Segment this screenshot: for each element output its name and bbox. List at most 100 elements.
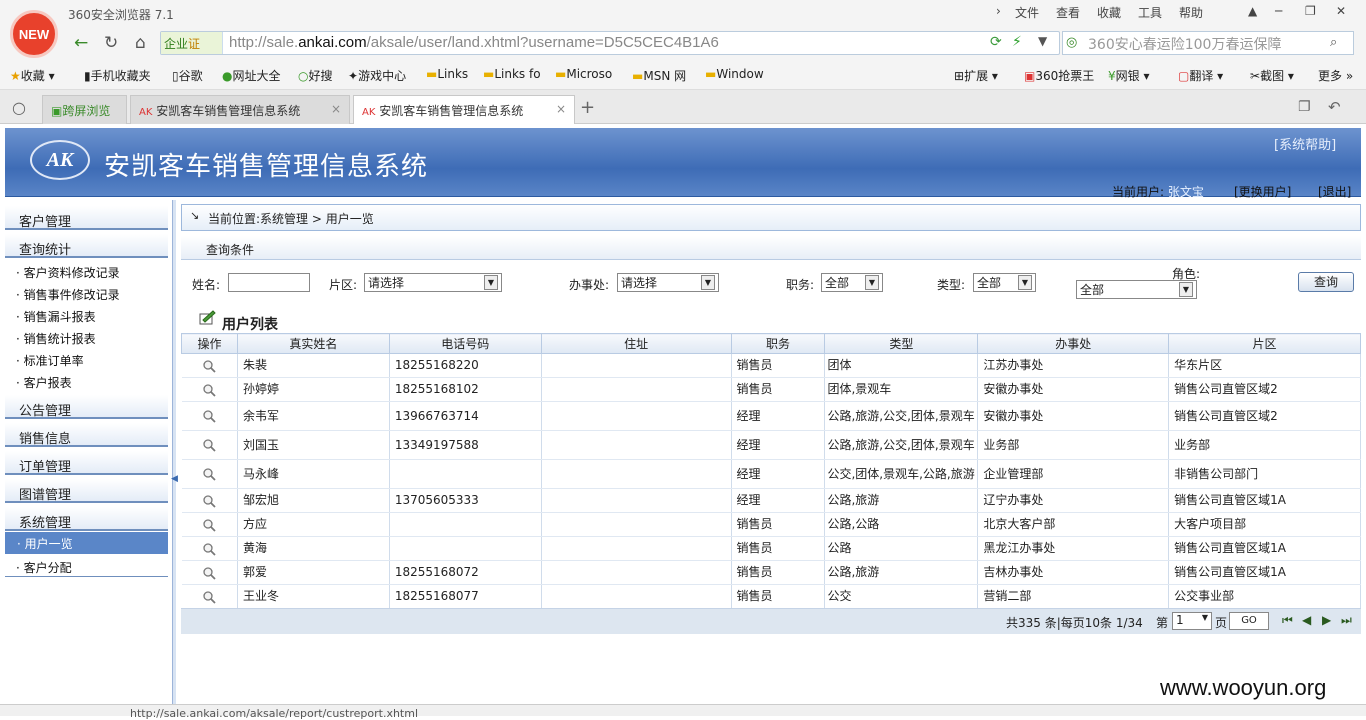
first-page-icon[interactable]: ⏮ (1282, 613, 1293, 628)
chevron-down-icon[interactable]: ▼ (865, 275, 879, 290)
ext-more[interactable]: 更多 » (1318, 67, 1353, 84)
col-area[interactable]: 片区 (1168, 333, 1361, 354)
view-detail-icon[interactable] (202, 409, 216, 423)
sidebar-section-query[interactable]: 查询统计 (5, 234, 168, 258)
home-icon[interactable]: ⌂ (135, 33, 146, 53)
compat-icon[interactable]: ⟳ (990, 34, 1002, 50)
col-name[interactable]: 真实姓名 (236, 333, 390, 354)
type-select[interactable]: 全部 ▼ (973, 273, 1036, 292)
sidebar-item-customer-assign[interactable]: · 客户分配 (16, 559, 72, 576)
tab-ankai-1[interactable]: AK 安凯客车销售管理信息系统 × (130, 95, 350, 124)
col-position[interactable]: 职务 (730, 333, 826, 354)
bookmark-mobile[interactable]: ▮手机收藏夹 (84, 67, 151, 84)
search-engine-icon[interactable]: ◎ (1066, 35, 1077, 50)
minimize-icon[interactable]: ─ (1275, 4, 1282, 18)
position-select[interactable]: 全部 ▼ (821, 273, 883, 292)
new-tab-icon[interactable]: + (580, 97, 595, 118)
bookmark-google[interactable]: ▯谷歌 (172, 67, 203, 84)
undo-close-icon[interactable]: ↶ (1328, 98, 1341, 116)
page-select[interactable]: 1 ▼ (1172, 612, 1212, 630)
view-detail-icon[interactable] (202, 467, 216, 481)
menu-favorites[interactable]: 收藏 (1097, 4, 1121, 21)
tab-list-icon[interactable]: ❐ (1298, 99, 1311, 115)
sidebar-item-event-changes[interactable]: · 销售事件修改记录 (16, 286, 120, 303)
bookmark-msn[interactable]: ▬MSN 网 (632, 67, 686, 84)
close-icon[interactable]: ✕ (1336, 4, 1346, 18)
go-button[interactable]: GO (1229, 612, 1269, 630)
logout-link[interactable]: [退出] (1318, 183, 1351, 200)
query-button[interactable]: 查询 (1298, 272, 1354, 292)
view-detail-icon[interactable] (202, 566, 216, 580)
browser-logo[interactable]: NEW (10, 10, 58, 58)
ext-bank[interactable]: ¥网银 ▾ (1108, 67, 1150, 84)
view-detail-icon[interactable] (202, 494, 216, 508)
bookmark-sites[interactable]: ●网址大全 (222, 67, 281, 84)
menu-view[interactable]: 查看 (1056, 4, 1080, 21)
view-detail-icon[interactable] (202, 359, 216, 373)
bookmark-windows[interactable]: ▬Window (705, 67, 764, 81)
speed-icon[interactable]: ⚡ (1012, 34, 1022, 50)
search-icon[interactable]: ⌕ (1330, 35, 1337, 50)
sidebar-item-sales-stats[interactable]: · 销售统计报表 (16, 330, 96, 347)
bookmark-favorites[interactable]: ★收藏 ▾ (10, 67, 55, 84)
menu-help[interactable]: 帮助 (1179, 4, 1203, 21)
menu-arrow-icon[interactable]: › (996, 4, 1001, 18)
cloud-icon[interactable]: ○ (12, 98, 26, 117)
ext-extensions[interactable]: ⊞扩展 ▾ (954, 67, 998, 84)
bookmark-microsoft[interactable]: ▬Microso (555, 67, 612, 81)
col-type[interactable]: 类型 (824, 333, 979, 354)
area-select[interactable]: 请选择 ▼ (364, 273, 502, 292)
ext-tickets[interactable]: ▣360抢票王 (1024, 67, 1094, 84)
view-detail-icon[interactable] (202, 518, 216, 532)
ext-screenshot[interactable]: ✂截图 ▾ (1250, 67, 1294, 84)
next-page-icon[interactable]: ▶ (1322, 613, 1331, 627)
sidebar-section-sales-info[interactable]: 销售信息 (5, 423, 168, 447)
tab-cross-screen[interactable]: ▣跨屏浏览 (42, 95, 127, 124)
col-address[interactable]: 住址 (540, 333, 732, 354)
chevron-down-icon[interactable]: ▼ (701, 275, 715, 290)
switch-user-link[interactable]: [更换用户] (1234, 183, 1291, 200)
sidebar-item-order-rate[interactable]: · 标准订单率 (16, 352, 84, 369)
bookmark-linksfo[interactable]: ▬Links fo (483, 67, 541, 81)
sidebar-item-user-list[interactable]: · 用户一览 (5, 532, 168, 554)
last-page-icon[interactable]: ⏭ (1341, 613, 1352, 628)
role-select[interactable]: 全部 ▼ (1076, 280, 1197, 299)
collapse-icon[interactable]: ◀ (171, 474, 178, 484)
search-input[interactable]: 360安心春运险100万春运保障 (1088, 34, 1281, 54)
bookmark-games[interactable]: ✦游戏中心 (348, 67, 406, 84)
enterprise-badge[interactable]: 企业证 (161, 32, 223, 54)
sidebar-item-customer-changes[interactable]: · 客户资料修改记录 (16, 264, 120, 281)
sidebar-section-customer[interactable]: 客户管理 (5, 206, 168, 230)
chevron-down-icon[interactable]: ▼ (1018, 275, 1032, 290)
ext-translate[interactable]: ▢翻译 ▾ (1178, 67, 1223, 84)
office-select[interactable]: 请选择 ▼ (617, 273, 719, 292)
tab-ankai-2[interactable]: AK 安凯客车销售管理信息系统 × (353, 95, 575, 124)
sidebar-item-funnel[interactable]: · 销售漏斗报表 (16, 308, 96, 325)
menu-file[interactable]: 文件 (1015, 4, 1039, 21)
tab-close-icon[interactable]: × (556, 102, 566, 116)
sidebar-item-customer-report[interactable]: · 客户报表 (16, 374, 72, 391)
bookmark-links[interactable]: ▬Links (426, 67, 468, 81)
col-office[interactable]: 办事处 (977, 333, 1170, 354)
view-detail-icon[interactable] (202, 438, 216, 452)
sidebar-section-system[interactable]: 系统管理 (5, 507, 168, 531)
prev-page-icon[interactable]: ◀ (1302, 613, 1311, 627)
col-phone[interactable]: 电话号码 (388, 333, 542, 354)
bookmark-haosou[interactable]: ○好搜 (298, 67, 333, 84)
chevron-down-icon[interactable]: ▼ (484, 275, 498, 290)
view-detail-icon[interactable] (202, 542, 216, 556)
chevron-down-icon[interactable]: ▼ (1179, 282, 1193, 297)
name-input[interactable] (228, 273, 310, 292)
chevron-down-icon[interactable]: ▼ (1202, 613, 1208, 622)
system-help-link[interactable]: [系统帮助] (1274, 134, 1336, 153)
view-detail-icon[interactable] (202, 383, 216, 397)
pin-icon[interactable]: ▲ (1248, 4, 1257, 18)
back-icon[interactable]: ← (74, 33, 88, 53)
view-detail-icon[interactable] (202, 590, 216, 604)
sidebar-section-atlas[interactable]: 图谱管理 (5, 479, 168, 503)
menu-tools[interactable]: 工具 (1138, 4, 1162, 21)
refresh-icon[interactable]: ↻ (104, 33, 118, 53)
tab-close-icon[interactable]: × (331, 102, 341, 116)
restore-icon[interactable]: ❐ (1305, 4, 1316, 18)
url-text[interactable]: http://sale.ankai.com/aksale/user/land.x… (229, 34, 719, 51)
